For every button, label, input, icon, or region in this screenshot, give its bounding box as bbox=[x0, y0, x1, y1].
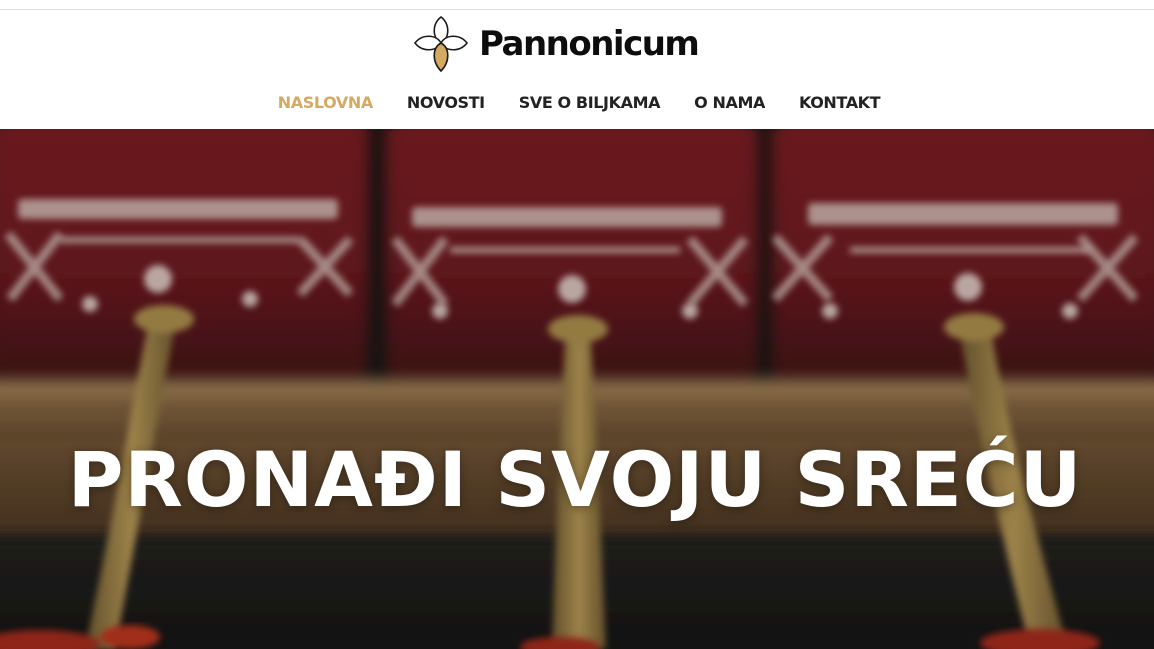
brand-logo-link[interactable]: Pannonicum bbox=[414, 16, 700, 72]
nav-item-kontakt[interactable]: KONTAKT bbox=[799, 90, 881, 116]
hero-background-image bbox=[0, 129, 1154, 649]
hero-title: PRONAĐI SVOJU SREĆU bbox=[67, 435, 1083, 524]
site-header: Pannonicum NASLOVNA NOVOSTI SVE O BILJKA… bbox=[0, 10, 1154, 129]
quatrefoil-leaf-icon bbox=[414, 16, 468, 72]
nav-item-sve-o-biljkama[interactable]: SVE O BILJKAMA bbox=[519, 90, 661, 116]
nav-item-o-nama[interactable]: O NAMA bbox=[694, 90, 765, 116]
nav-item-novosti[interactable]: NOVOSTI bbox=[407, 90, 485, 116]
hero-banner: PRONAĐI SVOJU SREĆU bbox=[0, 129, 1154, 649]
brand-name: Pannonicum bbox=[479, 24, 700, 64]
main-nav: NASLOVNA NOVOSTI SVE O BILJKAMA O NAMA K… bbox=[0, 90, 1154, 116]
page: Pannonicum NASLOVNA NOVOSTI SVE O BILJKA… bbox=[0, 0, 1154, 649]
nav-item-naslovna[interactable]: NASLOVNA bbox=[278, 90, 373, 116]
